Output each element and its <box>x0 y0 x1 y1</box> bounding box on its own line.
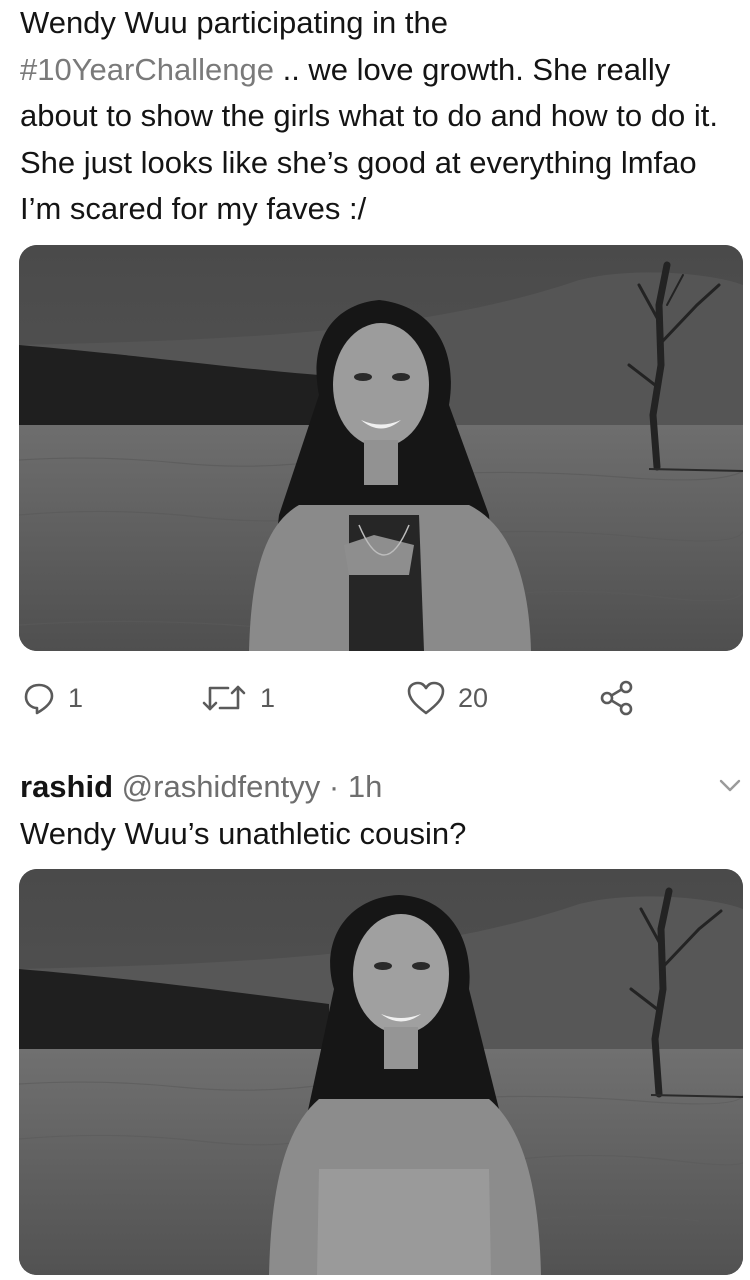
share-button[interactable] <box>598 668 636 728</box>
reply-author-handle[interactable]: @rashidfentyy <box>122 769 321 804</box>
like-count: 20 <box>458 682 489 713</box>
tweet-photo[interactable] <box>19 245 743 651</box>
reply-header: rashid @rashidfentyy · 1h <box>20 764 382 810</box>
photo-desert-portrait <box>19 245 743 651</box>
reply-button[interactable]: 1 <box>22 668 83 728</box>
like-button[interactable]: 20 <box>406 668 488 728</box>
tweet-actions: 1 1 20 <box>0 668 750 728</box>
share-icon <box>598 679 636 717</box>
reply-author-name[interactable]: rashid <box>20 769 113 804</box>
reply-photo[interactable] <box>19 869 743 1275</box>
heart-icon <box>406 680 446 716</box>
tweet-text: Wendy Wuu participating in the #10YearCh… <box>20 0 735 233</box>
reply-text: Wendy Wuu’s unathletic cousin? <box>20 816 467 851</box>
reply-timestamp: · 1h <box>328 769 383 804</box>
retweet-button[interactable]: 1 <box>200 668 275 728</box>
reply-count: 1 <box>68 682 84 713</box>
retweet-icon <box>200 681 248 715</box>
chevron-down-icon[interactable] <box>718 778 742 799</box>
photo-desert-portrait-2 <box>19 869 743 1275</box>
tweet-text-intro: Wendy Wuu participating in the <box>20 5 448 40</box>
hashtag-link[interactable]: #10YearChallenge <box>20 52 274 87</box>
retweet-count: 1 <box>260 682 276 713</box>
reply-icon <box>22 681 56 715</box>
